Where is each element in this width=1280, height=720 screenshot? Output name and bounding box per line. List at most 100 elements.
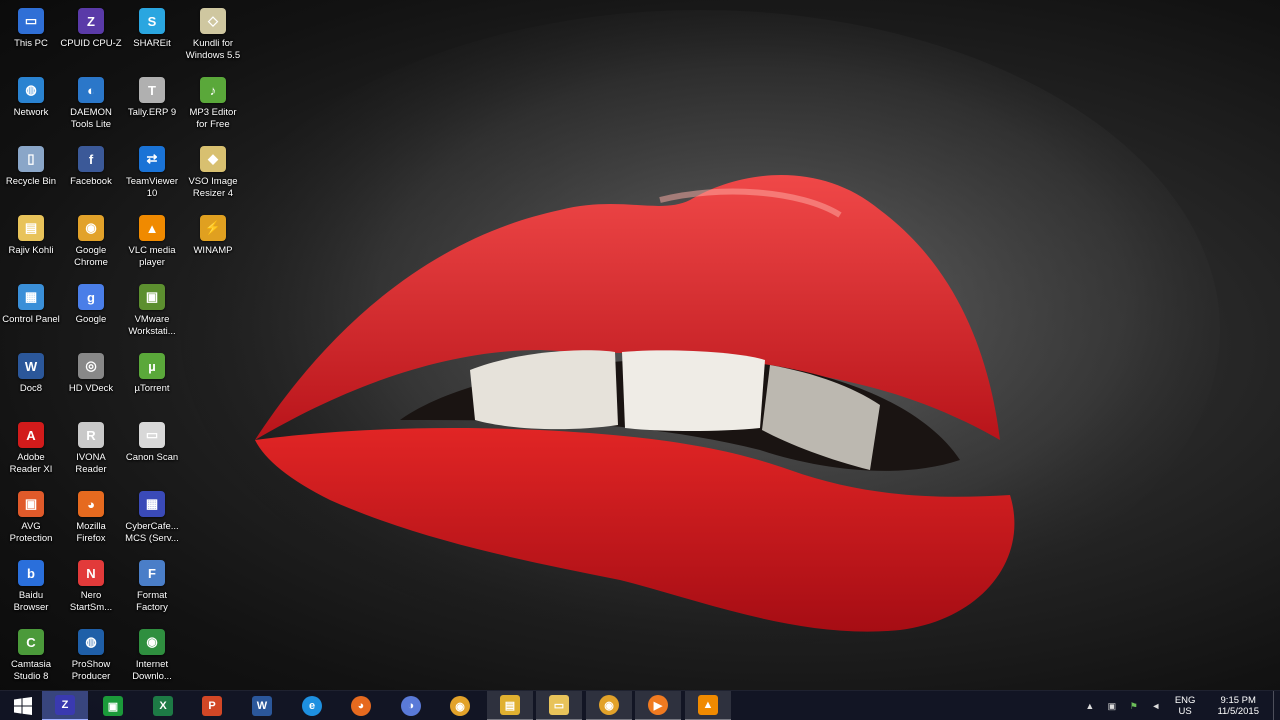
folder-taskbar-icon: ▤ bbox=[500, 695, 520, 715]
control-panel-icon: ▦ bbox=[18, 284, 44, 310]
desktop-shortcut[interactable]: ◎ HD VDeck bbox=[60, 351, 122, 395]
taskbar-button[interactable]: e bbox=[289, 691, 335, 720]
network-tray-icon[interactable]: ▣ bbox=[1106, 700, 1118, 712]
mp3-editor-icon: ♪ bbox=[200, 77, 226, 103]
windows-start-icon bbox=[14, 697, 32, 715]
chrome-icon: ◉ bbox=[78, 215, 104, 241]
vlc-icon: ▲ bbox=[139, 215, 165, 241]
desktop-shortcut[interactable]: S SHAREit bbox=[121, 6, 183, 50]
desktop-shortcut-label: Internet Downlo... bbox=[132, 659, 172, 682]
hd-vdeck-icon: ◎ bbox=[78, 353, 104, 379]
taskbar-button[interactable]: ▶ bbox=[635, 691, 681, 720]
desktop-shortcut-label: Nero StartSm... bbox=[69, 590, 113, 613]
excel-icon: X bbox=[153, 696, 173, 716]
desktop-shortcut[interactable]: f Facebook bbox=[60, 144, 122, 188]
taskbar-button[interactable]: ◉ bbox=[437, 691, 483, 720]
desktop-shortcut[interactable]: C Camtasia Studio 8 bbox=[0, 627, 62, 683]
desktop-shortcut[interactable]: g Google bbox=[60, 282, 122, 326]
desktop-shortcut[interactable]: ◇ Kundli for Windows 5.5 bbox=[182, 6, 244, 62]
desktop-shortcut-label: VLC media player bbox=[128, 245, 176, 268]
media-player-icon: ▶ bbox=[648, 695, 668, 715]
desktop-shortcut[interactable]: µ µTorrent bbox=[121, 351, 183, 395]
taskbar-button[interactable]: P bbox=[189, 691, 235, 720]
desktop-shortcut[interactable]: ▦ CyberCafe... MCS (Serv... bbox=[121, 489, 183, 545]
start-button[interactable] bbox=[0, 691, 46, 720]
desktop-shortcut[interactable]: ◍ ProShow Producer bbox=[60, 627, 122, 683]
desktop-shortcut-label: Adobe Reader XI bbox=[9, 452, 53, 475]
network-globe-icon: ◍ bbox=[18, 77, 44, 103]
taskbar-button[interactable]: ▲ bbox=[685, 691, 731, 720]
desktop-shortcut-label: Kundli for Windows 5.5 bbox=[185, 38, 241, 61]
chrome-taskbar-icon: ◉ bbox=[450, 696, 470, 716]
keyboard-layout: US bbox=[1178, 706, 1192, 717]
desktop-shortcut-label: Tally.ERP 9 bbox=[127, 107, 177, 118]
desktop-shortcut[interactable]: A Adobe Reader XI bbox=[0, 420, 62, 476]
desktop-shortcut[interactable]: ▦ Control Panel bbox=[0, 282, 62, 326]
taskbar-button[interactable]: ◉ bbox=[586, 691, 632, 720]
desktop-shortcut[interactable]: ⚡ WINAMP bbox=[182, 213, 244, 257]
taskbar-button[interactable]: X bbox=[140, 691, 186, 720]
desktop-shortcut-label: WINAMP bbox=[193, 245, 233, 256]
desktop-shortcut[interactable]: N Nero StartSm... bbox=[60, 558, 122, 614]
desktop-shortcut[interactable]: ▣ AVG Protection bbox=[0, 489, 62, 545]
desktop-shortcut-label: Mozilla Firefox bbox=[76, 521, 106, 544]
desktop-shortcut[interactable]: R IVONA Reader bbox=[60, 420, 122, 476]
desktop-shortcut-label: This PC bbox=[14, 38, 48, 49]
camtasia-icon: C bbox=[18, 629, 44, 655]
nero-icon: N bbox=[78, 560, 104, 586]
taskbar-button[interactable]: W bbox=[239, 691, 285, 720]
desktop-shortcut-label: AVG Protection bbox=[9, 521, 53, 544]
daemon-tools-icon: ◐ bbox=[78, 77, 104, 103]
desktop-shortcut[interactable]: W Doc8 bbox=[0, 351, 62, 395]
desktop[interactable]: ▭ This PC ◍ Network ▯ Recycle Bin ▤ Rajiv Kohli… bbox=[0, 0, 1280, 720]
taskbar: Z ▣ X P We ◕ ◑ ◉ ▤ ▭ ◉ ▶ ▲ ▲ ▣ ⚑ ◄ ENG US 9:15 PM 11… bbox=[0, 690, 1280, 720]
clock[interactable]: 9:15 PM 11/5/2015 bbox=[1217, 695, 1259, 717]
desktop-shortcut-label: IVONA Reader bbox=[75, 452, 107, 475]
desktop-shortcut-label: Google bbox=[75, 314, 107, 325]
desktop-shortcut[interactable]: ⇄ TeamViewer 10 bbox=[121, 144, 183, 200]
desktop-shortcut-label: Doc8 bbox=[19, 383, 43, 394]
desktop-shortcut-label: CyberCafe... MCS (Serv... bbox=[125, 521, 179, 544]
desktop-shortcut[interactable]: ▲ VLC media player bbox=[121, 213, 183, 269]
internet-explorer-icon: e bbox=[302, 696, 322, 716]
taskbar-button[interactable]: Z bbox=[42, 691, 88, 720]
taskbar-button[interactable]: ▤ bbox=[487, 691, 533, 720]
taskbar-button[interactable]: ▣ bbox=[90, 691, 136, 720]
action-center-flag-icon[interactable]: ⚑ bbox=[1128, 700, 1140, 712]
show-desktop-button[interactable] bbox=[1273, 691, 1280, 720]
taskbar-button[interactable]: ◕ bbox=[338, 691, 384, 720]
taskbar-button[interactable]: ▭ bbox=[536, 691, 582, 720]
taskbar-button[interactable]: ◑ bbox=[388, 691, 434, 720]
desktop-shortcut[interactable]: ◕ Mozilla Firefox bbox=[60, 489, 122, 545]
desktop-shortcut[interactable]: ▤ Rajiv Kohli bbox=[0, 213, 62, 257]
desktop-shortcut[interactable]: ▣ VMware Workstati... bbox=[121, 282, 183, 338]
tally-icon: T bbox=[139, 77, 165, 103]
volume-speaker-icon[interactable]: ◄ bbox=[1150, 700, 1162, 712]
desktop-shortcut[interactable]: ▭ This PC bbox=[0, 6, 62, 50]
desktop-shortcut-label: µTorrent bbox=[134, 383, 170, 394]
language-code: ENG bbox=[1174, 695, 1196, 706]
desktop-shortcut[interactable]: b Baidu Browser bbox=[0, 558, 62, 614]
store-icon: ▣ bbox=[103, 696, 123, 716]
show-hidden-icons-chevron-icon[interactable]: ▲ bbox=[1084, 700, 1096, 712]
desktop-shortcut[interactable]: F Format Factory bbox=[121, 558, 183, 614]
desktop-shortcut[interactable]: T Tally.ERP 9 bbox=[121, 75, 183, 119]
desktop-shortcut[interactable]: ▭ Canon Scan bbox=[121, 420, 183, 464]
desktop-shortcut[interactable]: ◍ Network bbox=[0, 75, 62, 119]
word-icon: W bbox=[252, 696, 272, 716]
desktop-shortcut[interactable]: ◐ DAEMON Tools Lite bbox=[60, 75, 122, 131]
input-language-indicator[interactable]: ENG US bbox=[1175, 695, 1196, 717]
utorrent-icon: µ bbox=[139, 353, 165, 379]
desktop-shortcut[interactable]: ◆ VSO Image Resizer 4 bbox=[182, 144, 244, 200]
teamviewer-icon: ⇄ bbox=[139, 146, 165, 172]
format-factory-icon: F bbox=[139, 560, 165, 586]
desktop-shortcut[interactable]: ◉ Google Chrome bbox=[60, 213, 122, 269]
desktop-shortcut-label: Facebook bbox=[70, 176, 112, 187]
shareit-icon: S bbox=[139, 8, 165, 34]
desktop-shortcut-label: Canon Scan bbox=[125, 452, 179, 463]
desktop-shortcut[interactable]: ◉ Internet Downlo... bbox=[121, 627, 183, 683]
vlc-taskbar-icon: ▲ bbox=[698, 695, 718, 715]
desktop-shortcut[interactable]: ▯ Recycle Bin bbox=[0, 144, 62, 188]
desktop-shortcut[interactable]: Z CPUID CPU-Z bbox=[60, 6, 122, 50]
desktop-shortcut[interactable]: ♪ MP3 Editor for Free bbox=[182, 75, 244, 131]
